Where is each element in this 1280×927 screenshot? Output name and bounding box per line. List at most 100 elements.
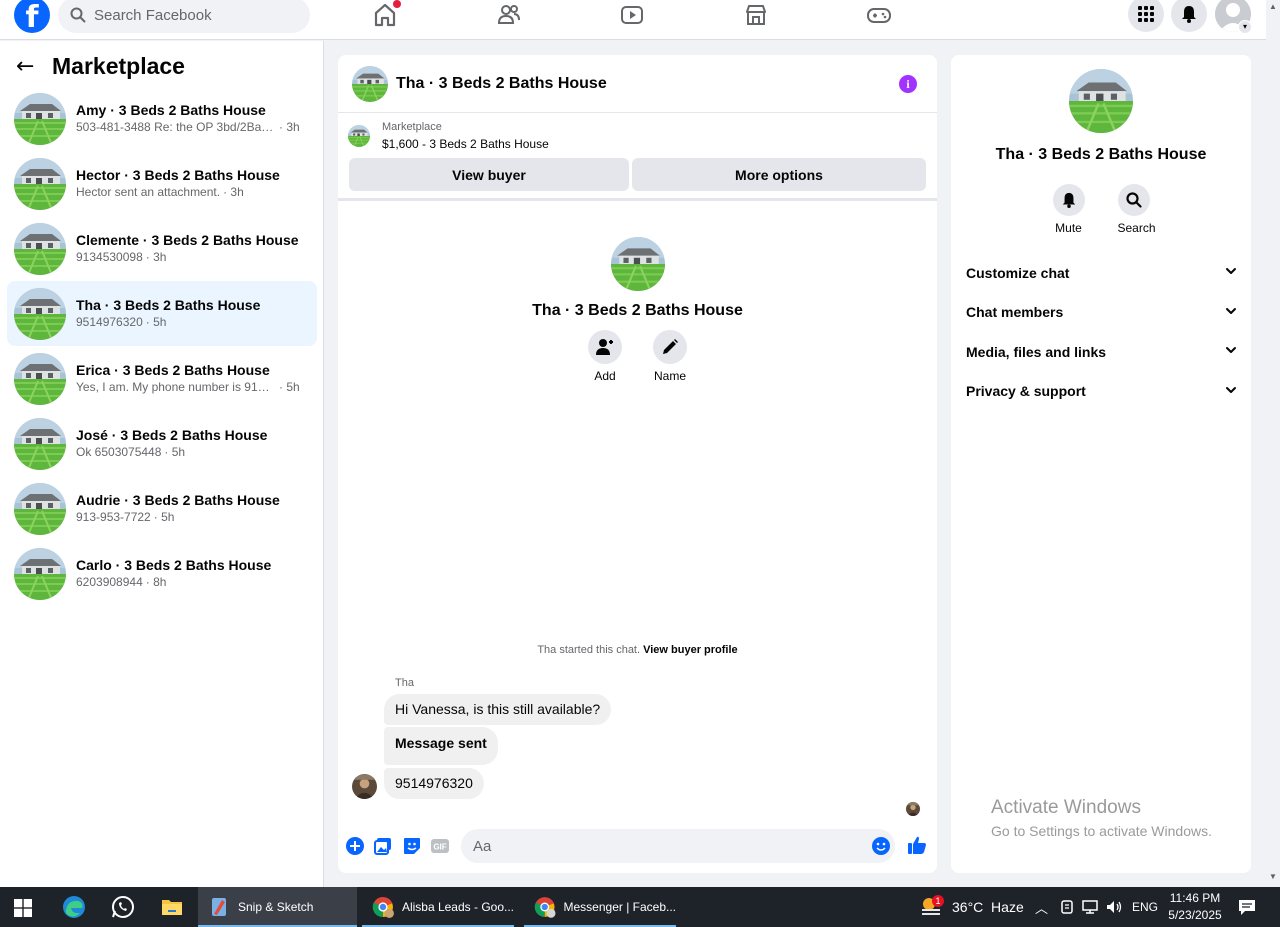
tray-clock[interactable]: 11:46 PM 5/23/2025 [1163, 890, 1227, 924]
message-input[interactable] [461, 829, 895, 863]
conversation-item[interactable]: Hector · 3 Beds 2 Baths House Hector sent… [7, 151, 317, 216]
taskbar-chrome-leads[interactable]: Alisba Leads - Goo... [362, 887, 514, 927]
nav-home[interactable] [372, 0, 401, 28]
conversation-item[interactable]: Erica · 3 Beds 2 Baths House Yes, I am. M… [7, 346, 317, 411]
search-input[interactable] [94, 6, 294, 24]
message-bubble[interactable]: 9514976320 [384, 768, 484, 799]
weather-widget[interactable]: 1 36°C Haze [919, 887, 1024, 927]
nav-gaming[interactable] [866, 2, 892, 28]
taskbar-file-explorer[interactable] [160, 887, 184, 927]
back-arrow-icon[interactable]: ← [16, 54, 42, 79]
conversation-item[interactable]: Carlo · 3 Beds 2 Baths House 6203908944 · … [7, 541, 317, 606]
sidebar-header: ← Marketplace [16, 53, 185, 80]
menu-customize-chat[interactable]: Customize chat [951, 253, 1251, 293]
conversation-name: Carlo · 3 Beds 2 Baths House [76, 557, 272, 573]
thumbs-up-icon[interactable] [907, 835, 927, 855]
conversation-item[interactable]: Tha · 3 Beds 2 Baths House 9514976320 · 5h [7, 281, 317, 346]
tray-volume[interactable] [1105, 887, 1123, 927]
scroll-down-arrow-icon[interactable]: ▼ [1269, 872, 1277, 881]
mute-button[interactable]: Mute [1052, 184, 1085, 235]
conversation-sidebar: ← Marketplace Amy · 3 Beds 2 Baths House… [0, 41, 324, 887]
chevron-down-icon [1225, 344, 1237, 356]
chevron-down-icon [1225, 384, 1237, 396]
sender-avatar[interactable] [352, 774, 377, 799]
conversation-time: · 3h [145, 250, 167, 264]
menu-privacy-support[interactable]: Privacy & support [951, 372, 1251, 412]
scroll-up-arrow-icon[interactable]: ▲ [1269, 2, 1277, 11]
message-bubble[interactable]: Message sent [384, 727, 498, 765]
nav-friends[interactable] [496, 2, 522, 28]
search-in-chat-button[interactable]: Search [1117, 184, 1156, 235]
chat-header-avatar[interactable] [352, 66, 388, 102]
conversation-time: · 3h [279, 120, 300, 134]
search-bar[interactable] [58, 0, 310, 33]
weather-text: 36°C Haze [952, 899, 1024, 915]
message-bubble[interactable]: Hi Vanessa, is this still available? [384, 694, 612, 725]
nav-watch[interactable] [619, 2, 645, 28]
taskbar-whatsapp[interactable] [111, 887, 135, 927]
clock-date: 5/23/2025 [1168, 908, 1222, 922]
edit-name-button[interactable]: Name [652, 330, 688, 383]
search-label: Search [1117, 221, 1156, 235]
tray-network[interactable] [1082, 887, 1098, 927]
listing-thumbnail [14, 418, 66, 470]
intro-avatar [611, 237, 665, 291]
show-hidden-icons[interactable]: ︿ [1035, 887, 1048, 927]
info-icon[interactable]: i [899, 75, 917, 93]
menu-chat-members[interactable]: Chat members [951, 293, 1251, 333]
photo-icon[interactable] [374, 837, 392, 855]
top-navigation-bar: f ▾ [0, 0, 1266, 40]
taskbar-edge[interactable] [62, 887, 86, 927]
windows-start-icon[interactable] [14, 899, 32, 917]
conversation-preview: 9514976320 · 5h [76, 314, 311, 331]
conversation-intro: Tha · 3 Beds 2 Baths House Add Name [338, 237, 937, 383]
conversation-text: Audrie · 3 Beds 2 Baths House 913-953-772… [76, 491, 311, 526]
conversation-item[interactable]: Audrie · 3 Beds 2 Baths House 913-953-772… [7, 476, 317, 541]
conversation-time: · 3h [223, 185, 244, 199]
account-chevron-icon[interactable]: ▾ [1238, 20, 1252, 34]
taskbar-snip-sketch[interactable]: Snip & Sketch [198, 887, 357, 927]
add-person-icon [596, 339, 613, 355]
view-buyer-profile-link[interactable]: View buyer profile [643, 644, 738, 656]
details-avatar[interactable] [1069, 69, 1133, 133]
nav-marketplace[interactable] [743, 2, 769, 28]
conversation-preview: Ok 6503075448 · 5h [76, 444, 311, 461]
conversation-preview: Hector sent an attachment. · 3h [76, 184, 311, 201]
facebook-logo[interactable]: f [14, 0, 50, 33]
details-header: Tha · 3 Beds 2 Baths House Mute Search [951, 69, 1251, 235]
menu-media-files-links[interactable]: Media, files and links [951, 332, 1251, 372]
sticker-icon[interactable] [403, 837, 421, 855]
view-buyer-button[interactable]: View buyer [349, 158, 629, 191]
conversation-name: Audrie · 3 Beds 2 Baths House [76, 492, 280, 508]
plus-circle-icon[interactable] [346, 837, 364, 855]
chat-title[interactable]: Tha · 3 Beds 2 Baths House [396, 75, 607, 93]
conversation-item[interactable]: Clemente · 3 Beds 2 Baths House 913453009… [7, 216, 317, 281]
conversation-name: Tha · 3 Beds 2 Baths House [76, 297, 261, 313]
taskbar-app-label: Alisba Leads - Goo... [401, 900, 514, 914]
search-icon [70, 7, 86, 23]
listing-thumbnail [14, 548, 66, 600]
gif-icon[interactable]: GIF [431, 837, 449, 855]
add-member-button[interactable]: Add [587, 330, 623, 383]
conversation-item[interactable]: José · 3 Beds 2 Baths House Ok 6503075448… [7, 411, 317, 476]
folder-icon [162, 900, 182, 915]
listing-source-label: Marketplace [382, 121, 442, 133]
facebook-logo-letter: f [25, 0, 39, 33]
conversation-text: Tha · 3 Beds 2 Baths House 9514976320 · 5h [76, 296, 311, 331]
tray-language[interactable]: ENG [1132, 887, 1158, 927]
conversation-text: Carlo · 3 Beds 2 Baths House 6203908944 · … [76, 556, 311, 591]
conversation-snippet: 913-953-7722 [76, 510, 151, 524]
more-options-button[interactable]: More options [632, 158, 926, 191]
conversation-text: José · 3 Beds 2 Baths House Ok 6503075448… [76, 426, 311, 461]
listing-summary[interactable]: Marketplace $1,600 - 3 Beds 2 Baths Hous… [348, 121, 549, 151]
tray-meet-now[interactable] [1059, 887, 1075, 927]
conversation-item[interactable]: Amy · 3 Beds 2 Baths House 503-481-3488 R… [7, 86, 317, 151]
notifications-button[interactable] [1171, 0, 1207, 32]
page-scrollbar[interactable] [1266, 0, 1280, 887]
menu-item-label: Chat members [966, 304, 1064, 321]
taskbar-chrome-messenger[interactable]: Messenger | Faceb... [524, 887, 676, 927]
conversation-snippet: Ok 6503075448 [76, 445, 162, 459]
menu-button[interactable] [1128, 0, 1164, 32]
emoji-icon[interactable] [872, 837, 890, 855]
action-center[interactable] [1238, 887, 1256, 927]
